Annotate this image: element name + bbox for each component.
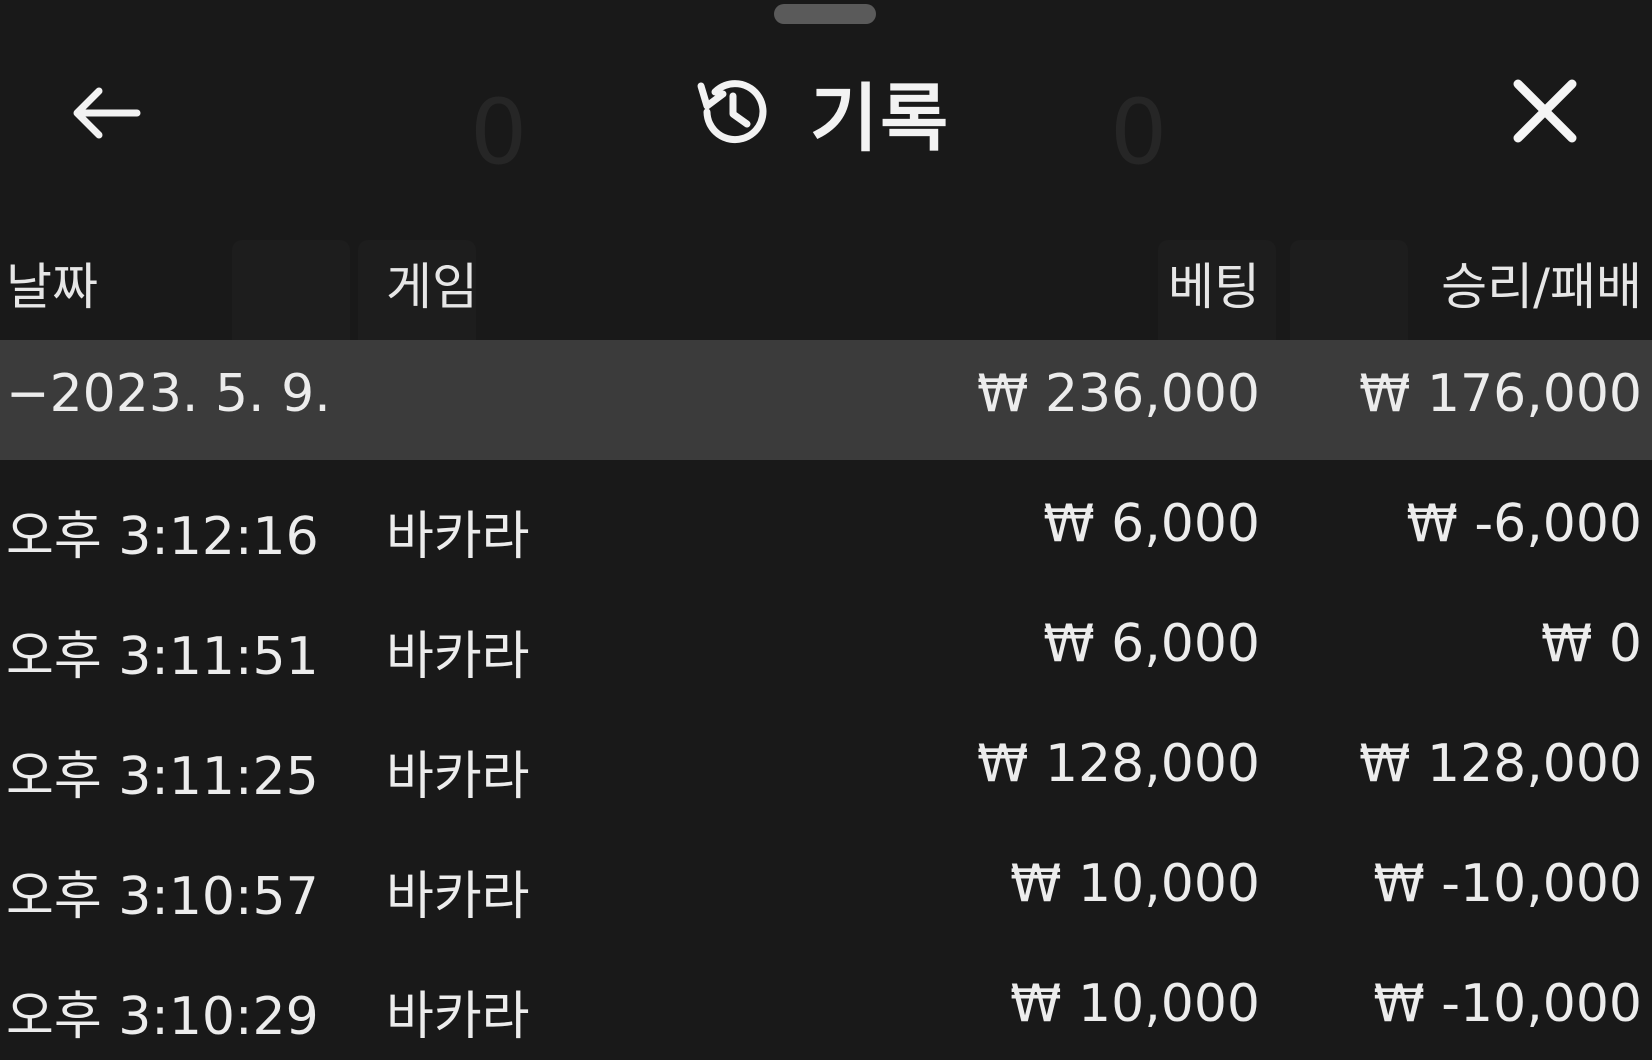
table-row[interactable]: 오후 3:11:25 바카라 ₩ 128,000 ₩ 128,000 — [0, 710, 1652, 830]
column-header-result: 승리/패배 — [1441, 258, 1642, 316]
arrow-left-icon — [69, 85, 141, 145]
row-game: 바카라 — [386, 867, 530, 927]
row-bet: ₩ 128,000 — [977, 734, 1260, 794]
row-time: 오후 3:10:57 — [6, 867, 319, 927]
row-time: 오후 3:10:29 — [6, 987, 319, 1047]
table-row[interactable]: 오후 3:10:57 바카라 ₩ 10,000 ₩ -10,000 — [0, 830, 1652, 950]
column-header-date: 날짜 — [6, 258, 98, 316]
table-row[interactable]: 오후 3:12:16 바카라 ₩ 6,000 ₩ -6,000 — [0, 470, 1652, 590]
close-icon — [1512, 78, 1578, 148]
row-result: ₩ -10,000 — [1373, 974, 1642, 1034]
drag-handle[interactable] — [774, 4, 876, 24]
row-bet: ₩ 6,000 — [1043, 614, 1260, 674]
row-game: 바카라 — [386, 747, 530, 807]
row-result: ₩ -6,000 — [1406, 494, 1642, 554]
history-icon — [690, 69, 776, 155]
row-game: 바카라 — [386, 987, 530, 1047]
back-button[interactable] — [60, 75, 150, 155]
table-row[interactable]: 오후 3:10:29 바카라 ₩ 10,000 ₩ -10,000 — [0, 950, 1652, 1060]
row-result: ₩ 0 — [1540, 614, 1642, 674]
page-title: 기록 — [810, 75, 951, 162]
summary-bet-total: ₩ 236,000 — [977, 364, 1260, 424]
close-button[interactable] — [1500, 68, 1590, 158]
summary-result-total: ₩ 176,000 — [1359, 364, 1642, 424]
date-summary-row[interactable]: −2023. 5. 9. ₩ 236,000 ₩ 176,000 — [0, 340, 1652, 460]
table-row[interactable]: 오후 3:11:51 바카라 ₩ 6,000 ₩ 0 — [0, 590, 1652, 710]
row-time: 오후 3:12:16 — [6, 507, 319, 567]
row-time: 오후 3:11:25 — [6, 747, 319, 807]
table-header: 날짜 게임 베팅 승리/패배 — [0, 235, 1652, 316]
row-game: 바카라 — [386, 627, 530, 687]
row-game: 바카라 — [386, 507, 530, 567]
summary-date: −2023. 5. 9. — [6, 364, 331, 424]
column-header-bet: 베팅 — [1168, 258, 1260, 316]
title-group: 기록 — [690, 62, 950, 162]
row-bet: ₩ 10,000 — [1010, 974, 1260, 1034]
header: 기록 — [0, 40, 1652, 170]
row-time: 오후 3:11:51 — [6, 627, 319, 687]
column-header-game: 게임 — [386, 258, 478, 316]
row-bet: ₩ 10,000 — [1010, 854, 1260, 914]
row-result: ₩ 128,000 — [1359, 734, 1642, 794]
history-sheet: 0 0 기록 날짜 게임 베팅 승리/패배 −2023. 5. 9. ₩ 236… — [0, 0, 1652, 1060]
row-bet: ₩ 6,000 — [1043, 494, 1260, 554]
row-result: ₩ -10,000 — [1373, 854, 1642, 914]
